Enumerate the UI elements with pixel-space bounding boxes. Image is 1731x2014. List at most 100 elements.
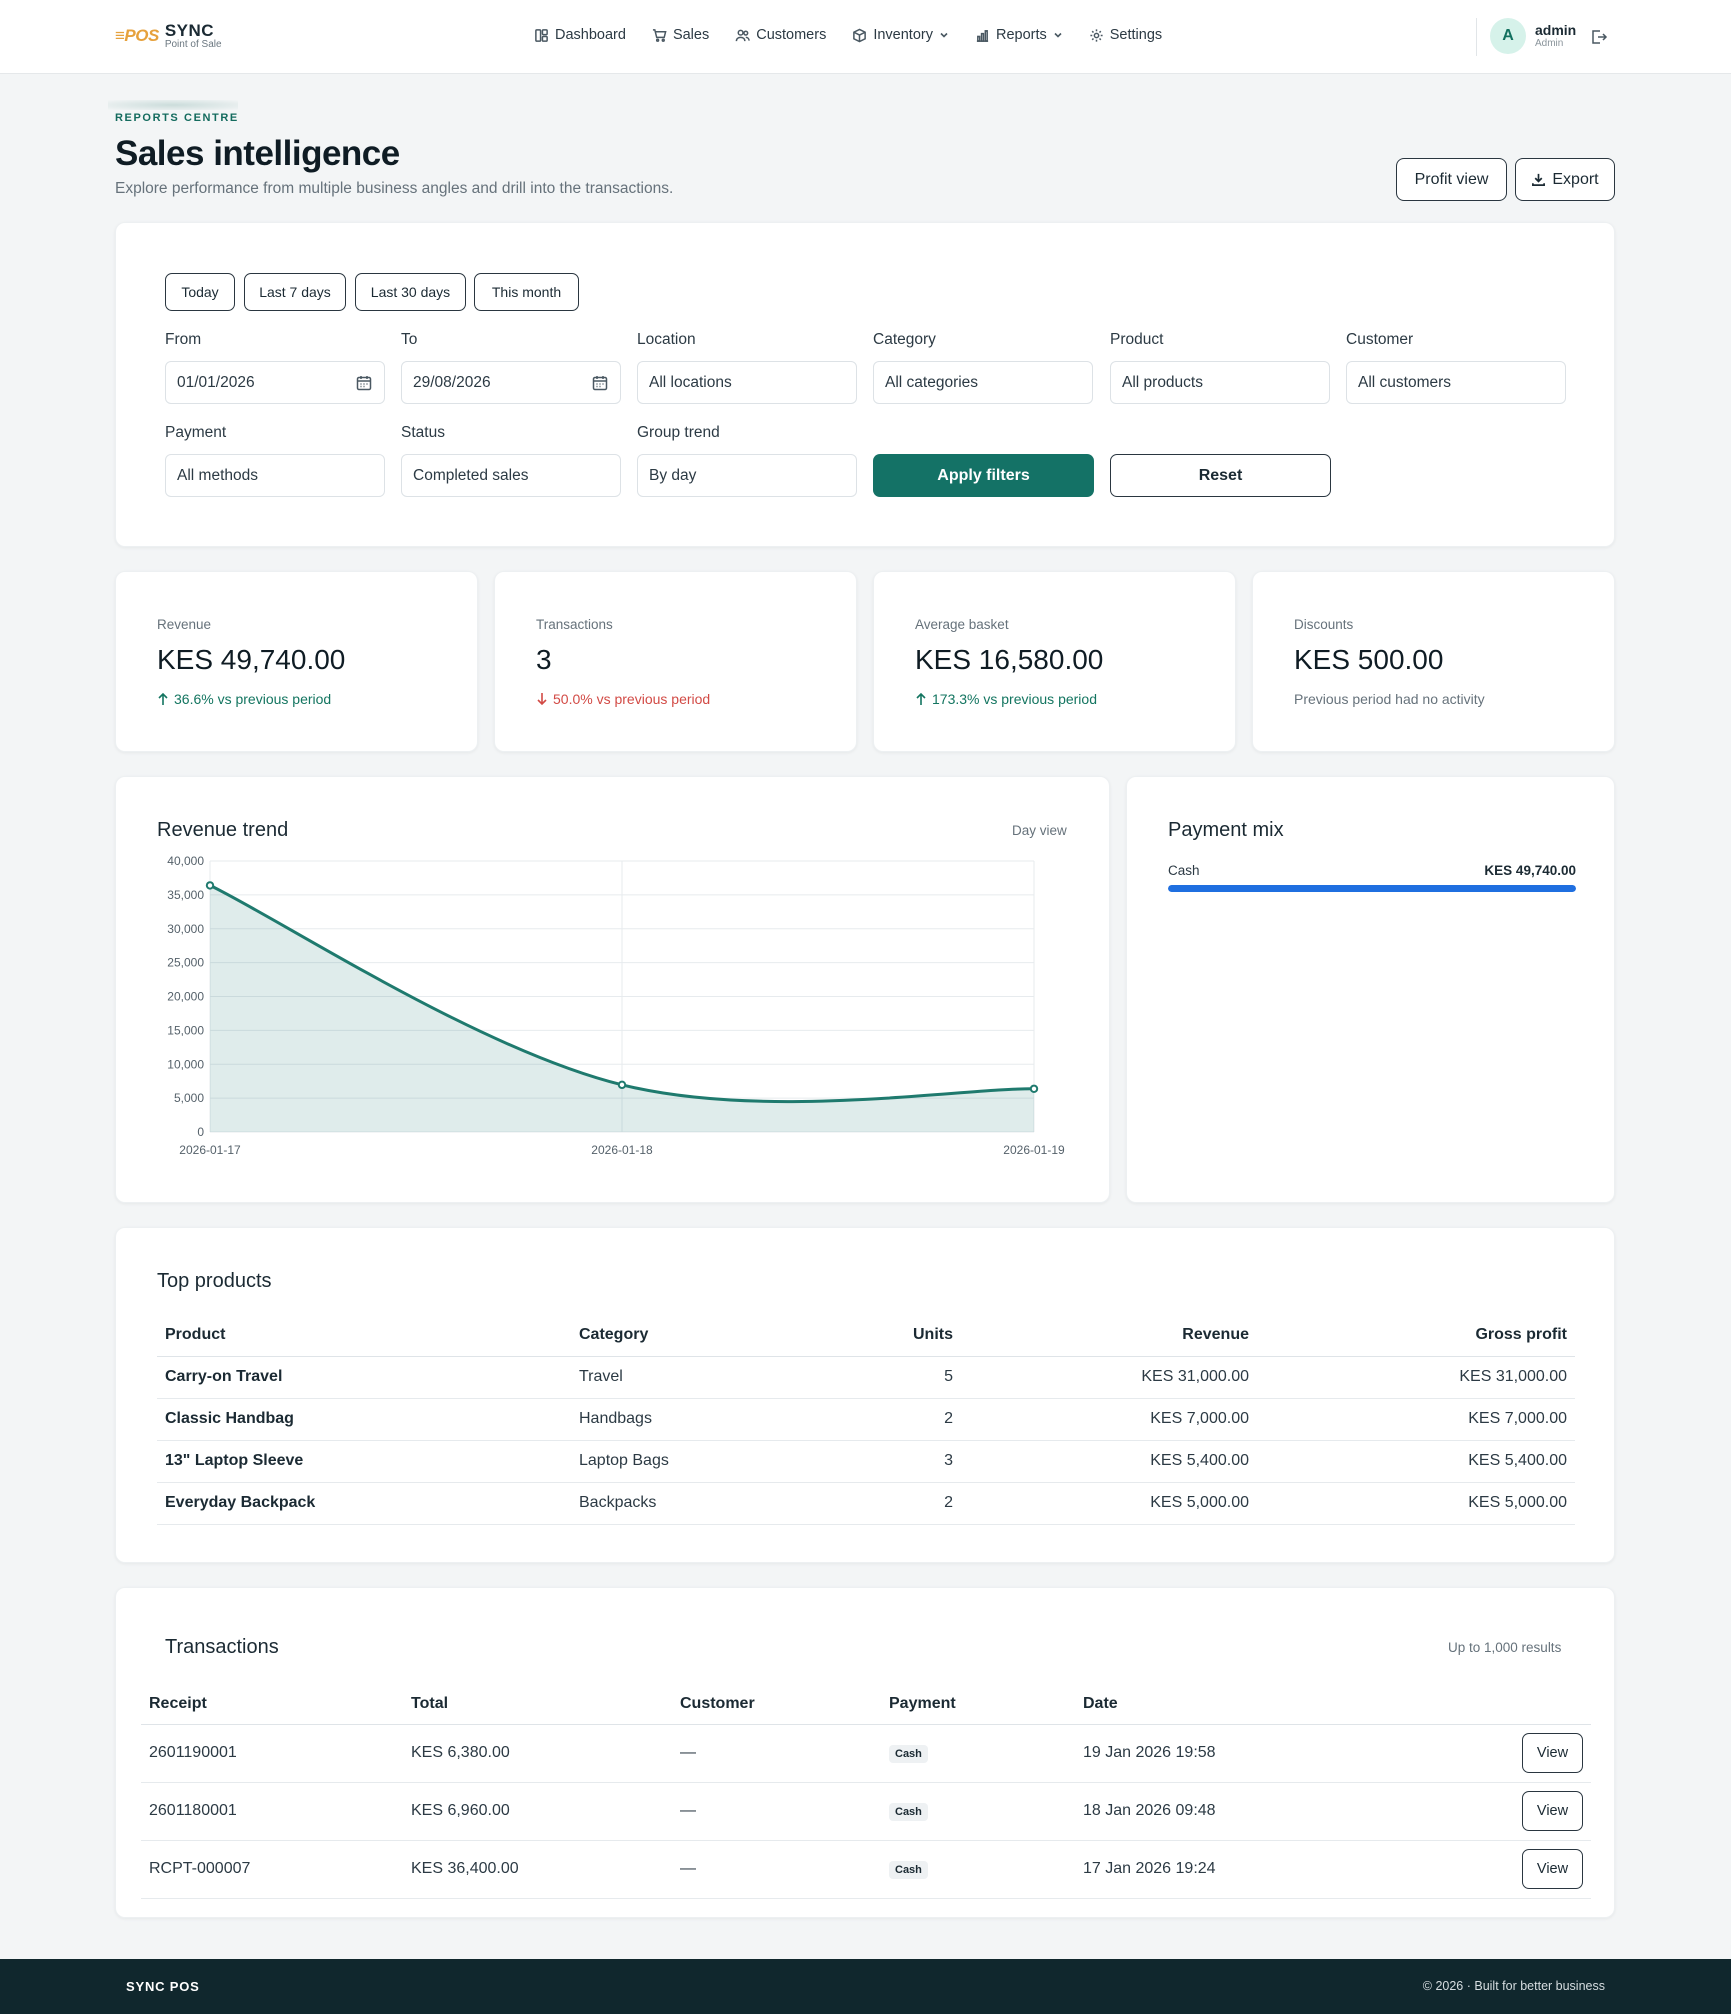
top-products-table: Product Category Units Revenue Gross pro… xyxy=(157,1314,1575,1525)
payment-share-fill xyxy=(1168,885,1576,892)
col-revenue[interactable]: Revenue xyxy=(961,1314,1257,1357)
profit-view-label: Profit view xyxy=(1414,170,1489,188)
data-point xyxy=(205,881,215,890)
brand-logo: ≡POS xyxy=(115,26,159,45)
nav-inventory-label: Inventory xyxy=(873,27,933,43)
chip-last-7-days[interactable]: Last 7 days xyxy=(244,273,346,311)
top-products-card: Top products Product Category Units Reve… xyxy=(115,1227,1615,1563)
from-date-value: 01/01/2026 xyxy=(177,373,255,391)
transactions-card: Transactions Up to 1,000 results Receipt… xyxy=(115,1587,1615,1918)
kpi-delta: 173.3% vs previous period xyxy=(915,691,1097,707)
main-nav: Dashboard Sales Customers Inventory Repo… xyxy=(534,27,1162,43)
export-button[interactable]: Export xyxy=(1515,158,1615,201)
profit-view-button[interactable]: Profit view xyxy=(1396,158,1507,201)
chevron-down-icon xyxy=(940,32,948,38)
brand-subtitle: Point of Sale xyxy=(164,39,222,50)
table-row: 2601190001 KES 6,380.00 — Cash 19 Jan 20… xyxy=(141,1724,1591,1783)
apply-filters-button[interactable]: Apply filters xyxy=(873,454,1094,497)
col-gross-profit[interactable]: Gross profit xyxy=(1257,1314,1575,1357)
nav-sales-label: Sales xyxy=(672,27,710,43)
col-product[interactable]: Product xyxy=(157,1314,571,1357)
nav-customers[interactable]: Customers xyxy=(735,27,826,43)
kpi-revenue-card: Revenue KES 49,740.00 36.6% vs previous … xyxy=(115,571,478,752)
avatar: A xyxy=(1490,18,1526,54)
payment-mix-card: Payment mix Cash KES 49,740.00 xyxy=(1126,776,1615,1203)
kpi-label: Average basket xyxy=(915,617,1009,632)
col-total[interactable]: Total xyxy=(403,1684,672,1725)
y-tick-label: 25,000 xyxy=(167,956,204,970)
user-role: Admin xyxy=(1535,38,1564,49)
calendar-icon[interactable] xyxy=(592,375,608,391)
view-button[interactable]: View xyxy=(1522,1791,1583,1831)
kpi-transactions-card: Transactions 3 50.0% vs previous period xyxy=(494,571,857,752)
nav-divider xyxy=(1476,18,1477,56)
y-tick-label: 10,000 xyxy=(167,1057,204,1071)
transactions-title: Transactions xyxy=(165,1636,279,1658)
x-tick-label: 2026-01-17 xyxy=(179,1143,241,1157)
kpi-label: Transactions xyxy=(536,617,613,632)
chip-today[interactable]: Today xyxy=(165,273,235,311)
users-icon xyxy=(735,29,751,41)
category-value: All categories xyxy=(885,373,979,391)
reset-button[interactable]: Reset xyxy=(1110,454,1331,497)
kpi-delta: Previous period had no activity xyxy=(1294,691,1485,707)
to-label: To xyxy=(401,331,418,348)
location-select[interactable]: All locations xyxy=(637,361,857,404)
nav-sales[interactable]: Sales xyxy=(652,27,709,43)
group-trend-select[interactable]: By day xyxy=(637,454,857,497)
calendar-icon[interactable] xyxy=(356,375,372,391)
filters-card: Today Last 7 days Last 30 days This mont… xyxy=(115,222,1615,547)
col-customer[interactable]: Customer xyxy=(672,1684,881,1725)
category-select[interactable]: All categories xyxy=(873,361,1093,404)
col-receipt[interactable]: Receipt xyxy=(141,1684,403,1725)
cart-icon xyxy=(652,28,667,42)
box-icon xyxy=(853,28,867,42)
to-date-input[interactable]: 29/08/2026 xyxy=(401,361,621,404)
table-row: Carry-on Travel Travel 5 KES 31,000.00 K… xyxy=(157,1356,1575,1399)
user-name: admin xyxy=(1535,22,1577,38)
view-button[interactable]: View xyxy=(1522,1849,1583,1889)
col-payment[interactable]: Payment xyxy=(881,1684,1075,1725)
col-units[interactable]: Units xyxy=(781,1314,961,1357)
y-tick-label: 40,000 xyxy=(167,854,204,868)
data-point xyxy=(1029,1084,1039,1093)
table-header-row: Receipt Total Customer Payment Date xyxy=(141,1684,1591,1725)
from-label: From xyxy=(165,331,202,348)
nav-reports[interactable]: Reports xyxy=(975,27,1063,43)
kpi-delta: 36.6% vs previous period xyxy=(157,691,331,707)
footer-brand: SYNC POS xyxy=(126,1979,200,1994)
location-label: Location xyxy=(637,331,696,348)
y-tick-label: 5,000 xyxy=(174,1091,204,1105)
table-header-row: Product Category Units Revenue Gross pro… xyxy=(157,1314,1575,1357)
payment-select[interactable]: All methods xyxy=(165,454,385,497)
revenue-trend-card: Revenue trend Day view 0 5,000 10,000 15,00… xyxy=(115,776,1110,1203)
results-note: Up to 1,000 results xyxy=(1448,1640,1562,1655)
bar-chart-icon xyxy=(976,29,989,42)
arrow-up-icon xyxy=(158,692,168,705)
group-trend-value: By day xyxy=(649,466,697,484)
nav-settings[interactable]: Settings xyxy=(1089,27,1162,43)
arrow-up-icon xyxy=(916,692,926,705)
page-subtitle: Explore performance from multiple busine… xyxy=(115,180,674,197)
nav-dashboard[interactable]: Dashboard xyxy=(534,27,626,43)
chip-this-month[interactable]: This month xyxy=(474,273,579,311)
brand-name: SYNC xyxy=(164,21,215,40)
col-category[interactable]: Category xyxy=(571,1314,781,1357)
product-select[interactable]: All products xyxy=(1110,361,1330,404)
user-menu[interactable]: A admin Admin xyxy=(1490,18,1576,54)
status-select[interactable]: Completed sales xyxy=(401,454,621,497)
brand[interactable]: ≡POS SYNC Point of Sale xyxy=(115,22,222,50)
gear-icon xyxy=(1090,28,1103,42)
logout-icon[interactable] xyxy=(1590,28,1608,46)
from-date-input[interactable]: 01/01/2026 xyxy=(165,361,385,404)
nav-dashboard-label: Dashboard xyxy=(555,27,626,43)
chip-last-30-days[interactable]: Last 30 days xyxy=(355,273,466,311)
nav-inventory[interactable]: Inventory xyxy=(852,27,949,43)
kpi-value: KES 49,740.00 xyxy=(157,644,346,675)
customer-select[interactable]: All customers xyxy=(1346,361,1566,404)
payment-label: Payment xyxy=(165,424,227,441)
export-label: Export xyxy=(1552,170,1599,188)
status-value: Completed sales xyxy=(413,466,529,484)
view-button[interactable]: View xyxy=(1522,1733,1583,1773)
col-date[interactable]: Date xyxy=(1075,1684,1475,1725)
